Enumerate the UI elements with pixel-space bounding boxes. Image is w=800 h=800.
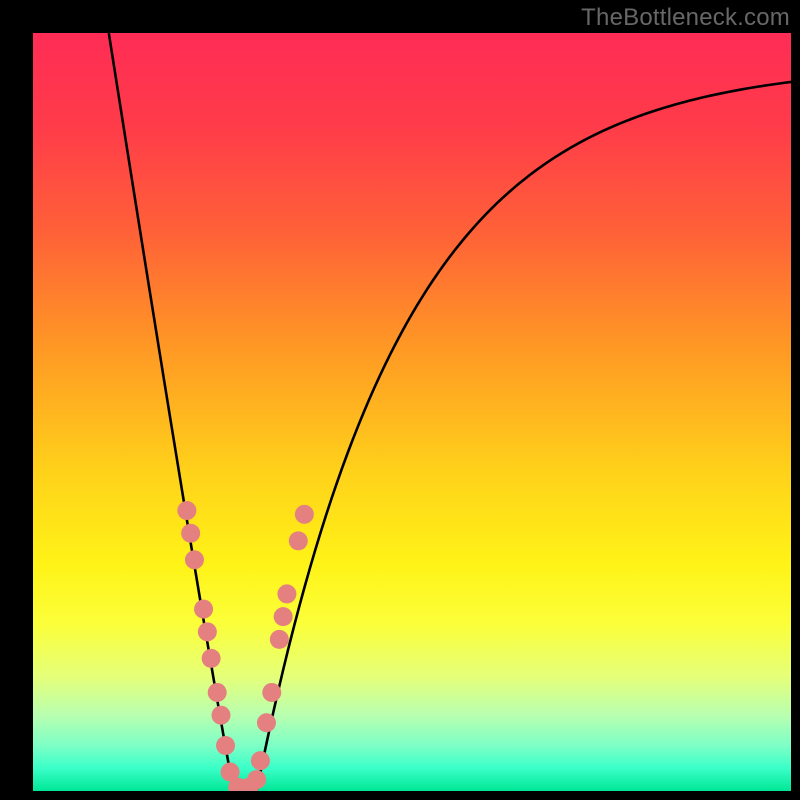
data-marker bbox=[198, 622, 217, 641]
data-marker bbox=[216, 736, 235, 755]
data-marker bbox=[247, 770, 266, 789]
data-marker bbox=[289, 531, 308, 550]
data-marker bbox=[194, 600, 213, 619]
data-marker bbox=[277, 584, 296, 603]
data-marker bbox=[177, 501, 196, 520]
data-marker bbox=[295, 505, 314, 524]
data-marker bbox=[270, 630, 289, 649]
data-marker bbox=[185, 550, 204, 569]
curve-right-arm bbox=[257, 82, 791, 791]
data-marker bbox=[208, 683, 227, 702]
data-marker bbox=[181, 524, 200, 543]
attribution-label: TheBottleneck.com bbox=[581, 4, 790, 32]
data-marker bbox=[202, 649, 221, 668]
data-marker bbox=[251, 751, 270, 770]
plot-area bbox=[33, 33, 791, 791]
data-marker bbox=[262, 683, 281, 702]
data-marker bbox=[211, 706, 230, 725]
chart-frame: TheBottleneck.com bbox=[0, 0, 800, 800]
highlighted-points-group bbox=[177, 501, 313, 791]
data-marker bbox=[274, 607, 293, 626]
data-marker bbox=[257, 713, 276, 732]
chart-curves bbox=[33, 33, 791, 791]
